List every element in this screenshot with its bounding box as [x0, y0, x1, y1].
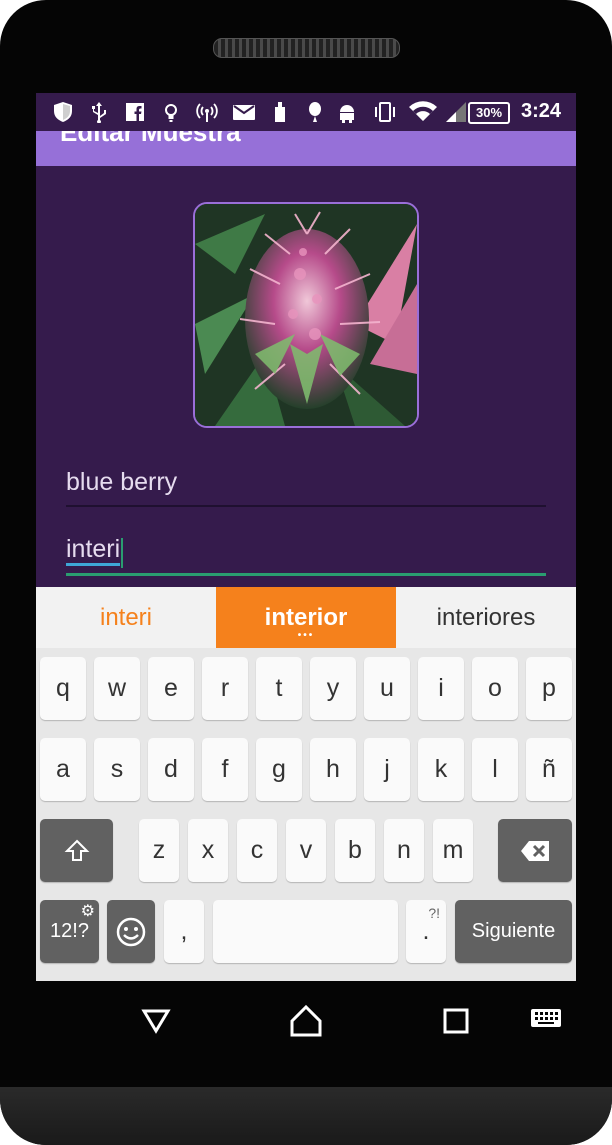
settings-gear-icon: ⚙ — [80, 903, 95, 920]
key-l[interactable]: l — [472, 738, 518, 801]
smiley-icon — [116, 918, 146, 947]
hotspot-icon — [196, 103, 218, 122]
space-bar[interactable] — [213, 900, 398, 963]
name-field-value: blue berry — [66, 468, 178, 496]
plant-image — [195, 204, 417, 426]
wifi-icon — [409, 101, 437, 121]
key-o[interactable]: o — [472, 657, 518, 720]
back-icon[interactable] — [136, 1001, 176, 1041]
shift-icon — [64, 839, 89, 862]
phone-chin — [0, 1087, 612, 1145]
status-bar: 30% 3:24 — [36, 93, 576, 131]
key-g[interactable]: g — [256, 738, 302, 801]
screen: 30% 3:24 Editar Muestra blue berry inter… — [36, 93, 576, 981]
symbols-key[interactable]: 12!? ⚙ — [40, 900, 99, 963]
key-p[interactable]: p — [526, 657, 572, 720]
period-key[interactable]: ?! . — [406, 900, 446, 963]
email-icon — [233, 105, 255, 120]
suggestion-right[interactable]: interiores — [396, 587, 576, 648]
key-f[interactable]: f — [202, 738, 248, 801]
name-field[interactable]: blue berry — [66, 468, 546, 508]
keyboard: q w e r t y u i o p a s d f g h j k l ñ … — [36, 648, 576, 981]
facebook-icon — [126, 103, 144, 121]
signal-icon — [446, 102, 466, 122]
balloon-icon — [309, 102, 321, 122]
location-field-value: interi — [66, 535, 121, 566]
location-field[interactable]: interi — [66, 535, 546, 577]
key-q[interactable]: q — [40, 657, 86, 720]
key-s[interactable]: s — [94, 738, 140, 801]
key-w[interactable]: w — [94, 657, 140, 720]
key-r[interactable]: r — [202, 657, 248, 720]
key-e[interactable]: e — [148, 657, 194, 720]
clock: 3:24 — [521, 100, 562, 122]
navigation-bar — [0, 981, 612, 1061]
key-v[interactable]: v — [286, 819, 326, 882]
vibrate-icon — [375, 102, 395, 122]
key-x[interactable]: x — [188, 819, 228, 882]
shift-key[interactable] — [40, 819, 113, 882]
usb-icon — [92, 102, 106, 123]
keyboard-switch-icon[interactable] — [526, 997, 566, 1037]
earpiece-speaker — [213, 38, 400, 58]
key-y[interactable]: y — [310, 657, 356, 720]
emoji-key[interactable] — [107, 900, 155, 963]
name-field-underline — [66, 505, 546, 507]
home-icon[interactable] — [286, 1001, 326, 1041]
key-z[interactable]: z — [139, 819, 179, 882]
more-suggestions-icon: ••• — [297, 630, 315, 641]
suggestion-center[interactable]: interior ••• — [216, 587, 396, 648]
page-title: Editar Muestra — [60, 131, 241, 147]
key-t[interactable]: t — [256, 657, 302, 720]
key-d[interactable]: d — [148, 738, 194, 801]
suggestion-left[interactable]: interi — [36, 587, 216, 648]
period-key-alt: ?! — [428, 905, 440, 921]
lightbulb-icon — [165, 104, 177, 122]
backspace-icon — [521, 841, 549, 862]
comma-key[interactable]: , — [164, 900, 204, 963]
key-n[interactable]: n — [384, 819, 424, 882]
key-k[interactable]: k — [418, 738, 464, 801]
phone-charging-icon — [275, 102, 285, 122]
location-field-underline — [66, 573, 546, 576]
phone-frame: 30% 3:24 Editar Muestra blue berry inter… — [0, 0, 612, 1145]
key-a[interactable]: a — [40, 738, 86, 801]
recents-icon[interactable] — [436, 1001, 476, 1041]
suggestion-strip: interi interior ••• interiores — [36, 587, 576, 648]
android-icon — [340, 105, 354, 123]
battery-indicator: 30% — [468, 102, 510, 124]
suggestion-center-label: interior — [264, 604, 348, 631]
key-h[interactable]: h — [310, 738, 356, 801]
app-bar: Editar Muestra — [36, 131, 576, 166]
key-m[interactable]: m — [433, 819, 473, 882]
sample-photo[interactable] — [193, 202, 419, 428]
shield-icon — [54, 102, 72, 122]
key-c[interactable]: c — [237, 819, 277, 882]
text-cursor — [121, 537, 124, 568]
key-i[interactable]: i — [418, 657, 464, 720]
key-n-tilde[interactable]: ñ — [526, 738, 572, 801]
key-j[interactable]: j — [364, 738, 410, 801]
backspace-key[interactable] — [498, 819, 572, 882]
key-b[interactable]: b — [335, 819, 375, 882]
key-u[interactable]: u — [364, 657, 410, 720]
next-key[interactable]: Siguiente — [455, 900, 572, 963]
